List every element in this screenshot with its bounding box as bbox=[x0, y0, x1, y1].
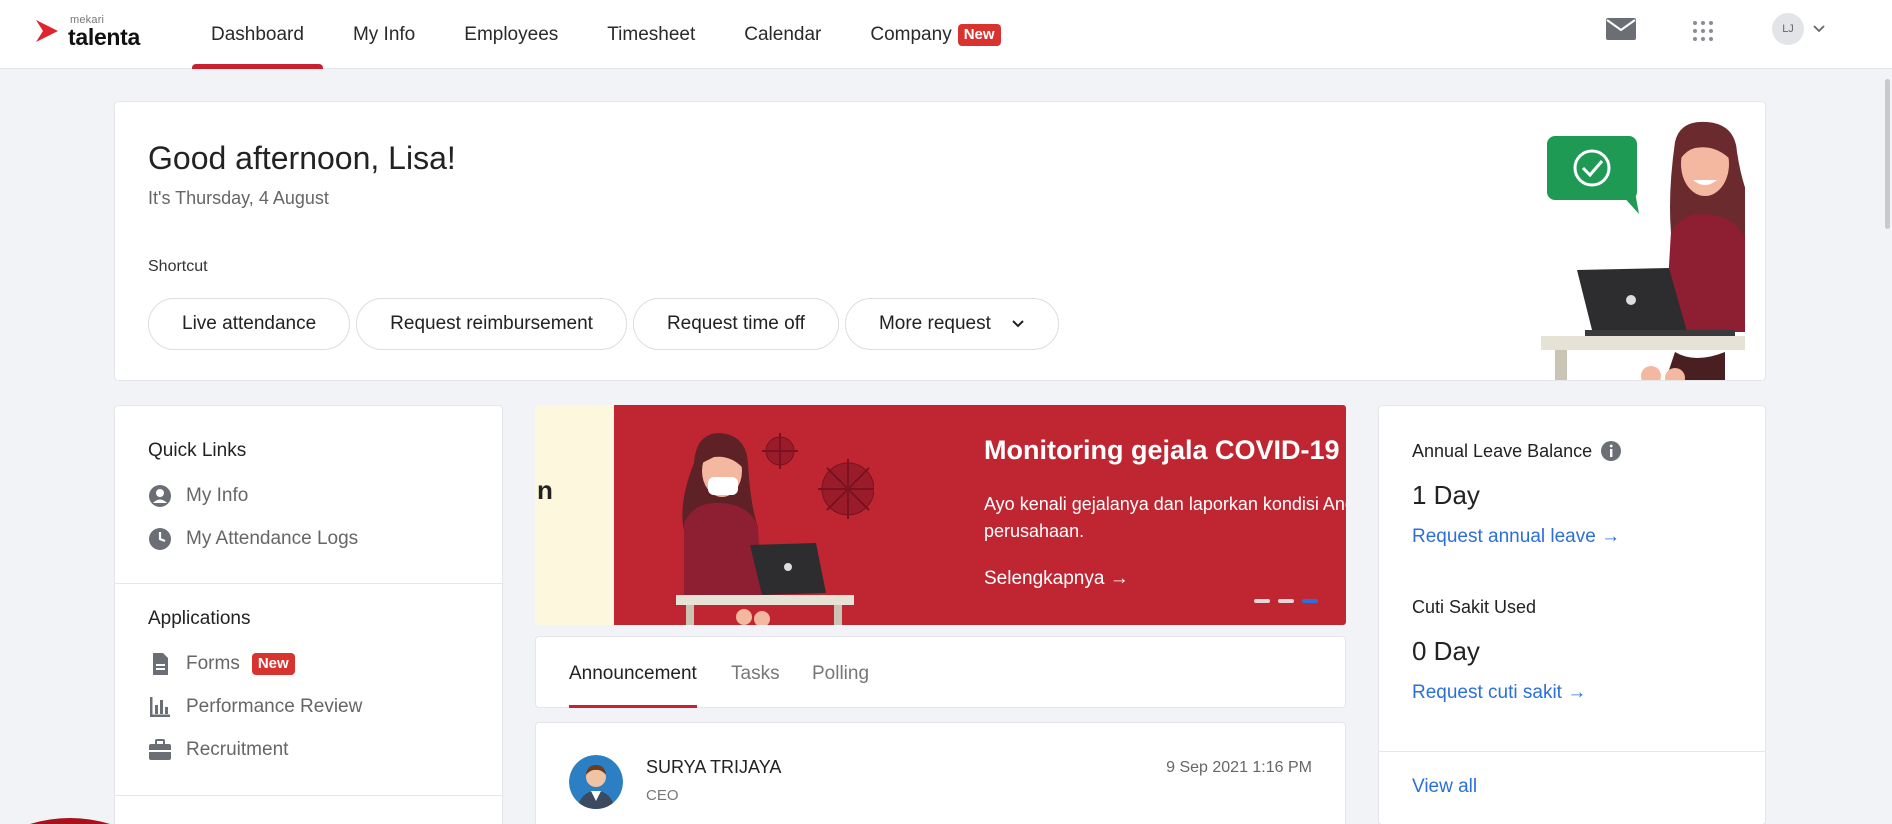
banner-description-line: Ayo kenali gejalanya dan laporkan kondis… bbox=[984, 494, 1346, 514]
nav-my-info[interactable]: My Info bbox=[323, 0, 434, 69]
floating-button-edge[interactable] bbox=[30, 816, 110, 824]
chevron-down-icon bbox=[1012, 320, 1024, 328]
request-annual-leave-link[interactable]: Request annual leave → bbox=[1412, 526, 1620, 548]
post-timestamp: 9 Sep 2021 1:16 PM bbox=[1166, 759, 1312, 776]
app-link-forms[interactable]: Forms New bbox=[148, 652, 295, 676]
banner-read-more-link[interactable]: Selengkapnya → bbox=[984, 568, 1129, 590]
more-request-label: More request bbox=[878, 313, 991, 334]
top-navigation: mekari talenta Dashboard My Info Employe… bbox=[0, 0, 1892, 69]
user-circle-icon bbox=[149, 485, 171, 507]
nav-timesheet[interactable]: Timesheet bbox=[577, 0, 714, 69]
avatar bbox=[569, 755, 623, 809]
document-icon bbox=[153, 653, 168, 675]
app-link-label: Forms bbox=[186, 653, 240, 674]
active-tab-indicator bbox=[569, 705, 697, 708]
post-author-name[interactable]: SURYA TRIJAYA bbox=[646, 757, 781, 778]
main-nav: Dashboard My Info Employees Timesheet Ca… bbox=[192, 0, 1020, 69]
annual-leave-label-text: Annual Leave Balance bbox=[1412, 440, 1593, 461]
greeting-date: It's Thursday, 4 August bbox=[148, 188, 329, 208]
quick-links-card: Quick Links My Info My Attendance Logs A… bbox=[114, 405, 503, 824]
carousel-dot[interactable] bbox=[1254, 599, 1270, 603]
new-badge: New bbox=[251, 653, 295, 675]
nav-employees[interactable]: Employees bbox=[434, 0, 577, 69]
page-scrollbar[interactable] bbox=[1883, 69, 1892, 824]
carousel-dot[interactable] bbox=[1278, 599, 1294, 603]
mail-icon[interactable] bbox=[1606, 18, 1636, 40]
request-time-off-button[interactable]: Request time off bbox=[632, 298, 839, 350]
quick-link-label: My Attendance Logs bbox=[186, 528, 359, 549]
applications-title: Applications bbox=[148, 608, 251, 629]
sick-leave-label-text: Cuti Sakit Used bbox=[1412, 597, 1537, 617]
previous-slide-text: n bbox=[537, 475, 553, 505]
nav-company[interactable]: Company New bbox=[840, 0, 1019, 69]
tab-announcement[interactable]: Announcement bbox=[569, 663, 697, 685]
talenta-logo[interactable]: mekari talenta bbox=[34, 14, 174, 54]
quick-link-attendance-logs[interactable]: My Attendance Logs bbox=[148, 527, 358, 551]
nav-employees-label: Employees bbox=[464, 23, 559, 45]
nav-company-label: Company bbox=[870, 23, 952, 45]
greeting-title: Good afternoon, Lisa! bbox=[148, 140, 456, 176]
banner-title: Monitoring gejala COVID-19 bbox=[984, 435, 1340, 465]
shortcut-list: Live attendance Request reimbursement Re… bbox=[148, 298, 1059, 350]
logo-mark-icon bbox=[36, 20, 58, 42]
new-badge: New bbox=[957, 23, 1001, 46]
tab-tasks[interactable]: Tasks bbox=[731, 663, 780, 685]
nav-dashboard[interactable]: Dashboard bbox=[192, 0, 323, 69]
banner-description: Ayo kenali gejalanya dan laporkan kondis… bbox=[984, 491, 1346, 545]
app-link-label: Performance Review bbox=[186, 696, 363, 717]
carousel-dot-active[interactable] bbox=[1302, 599, 1318, 603]
previous-slide-peek[interactable]: n bbox=[535, 405, 613, 625]
user-avatar[interactable]: LJ bbox=[1772, 13, 1804, 45]
nav-timesheet-label: Timesheet bbox=[607, 23, 696, 45]
divider bbox=[115, 583, 502, 584]
quick-link-label: My Info bbox=[186, 485, 249, 506]
woman-laptop-illustration bbox=[1541, 121, 1745, 380]
nav-calendar[interactable]: Calendar bbox=[714, 0, 840, 69]
announcement-post[interactable]: SURYA TRIJAYA CEO 9 Sep 2021 1:16 PM bbox=[535, 722, 1346, 824]
tab-polling[interactable]: Polling bbox=[812, 663, 869, 685]
leave-balance-card: Annual Leave Balance 1 Day Request annua… bbox=[1378, 405, 1766, 824]
divider bbox=[115, 795, 502, 796]
chevron-down-icon[interactable] bbox=[1812, 22, 1826, 36]
banner-description-line: perusahaan. bbox=[984, 521, 1085, 541]
more-request-button[interactable]: More request bbox=[844, 298, 1059, 350]
clock-icon bbox=[149, 528, 171, 550]
nav-dashboard-label: Dashboard bbox=[211, 23, 304, 45]
app-link-label: Recruitment bbox=[186, 739, 289, 760]
nav-calendar-label: Calendar bbox=[744, 23, 822, 45]
promo-banner-carousel[interactable]: n Monitoring gejala COVID-19 Ayo kenali … bbox=[535, 405, 1346, 625]
brand-name: talenta bbox=[68, 24, 141, 50]
shortcut-label: Shortcut bbox=[148, 258, 208, 275]
divider bbox=[1379, 751, 1765, 752]
feed-tabs: Announcement Tasks Polling bbox=[535, 636, 1346, 708]
bar-chart-icon bbox=[150, 697, 170, 717]
annual-leave-label: Annual Leave Balance bbox=[1412, 440, 1622, 462]
carousel-indicators bbox=[1254, 599, 1318, 603]
apps-grid-icon[interactable] bbox=[1692, 20, 1714, 42]
sick-leave-label: Cuti Sakit Used bbox=[1412, 597, 1536, 618]
view-all-link[interactable]: View all bbox=[1412, 776, 1477, 798]
annual-leave-value: 1 Day bbox=[1412, 480, 1480, 510]
quick-links-title: Quick Links bbox=[148, 440, 247, 461]
app-link-recruitment[interactable]: Recruitment bbox=[148, 738, 288, 762]
app-link-performance-review[interactable]: Performance Review bbox=[148, 695, 362, 719]
info-icon[interactable] bbox=[1600, 440, 1622, 462]
live-attendance-button[interactable]: Live attendance bbox=[148, 298, 351, 350]
request-reimbursement-button[interactable]: Request reimbursement bbox=[356, 298, 627, 350]
request-sick-leave-link[interactable]: Request cuti sakit → bbox=[1412, 682, 1586, 704]
nav-my-info-label: My Info bbox=[352, 23, 416, 45]
woman-mask-laptop-illustration bbox=[676, 433, 874, 625]
sick-leave-value: 0 Day bbox=[1412, 636, 1480, 666]
quick-link-my-info[interactable]: My Info bbox=[148, 484, 248, 508]
post-author-role: CEO bbox=[646, 787, 679, 804]
briefcase-icon bbox=[149, 739, 171, 760]
scrollbar-thumb[interactable] bbox=[1885, 79, 1890, 229]
greeting-card: Good afternoon, Lisa! It's Thursday, 4 A… bbox=[114, 101, 1766, 381]
covid-banner-slide[interactable]: Monitoring gejala COVID-19 Ayo kenali ge… bbox=[614, 405, 1346, 625]
